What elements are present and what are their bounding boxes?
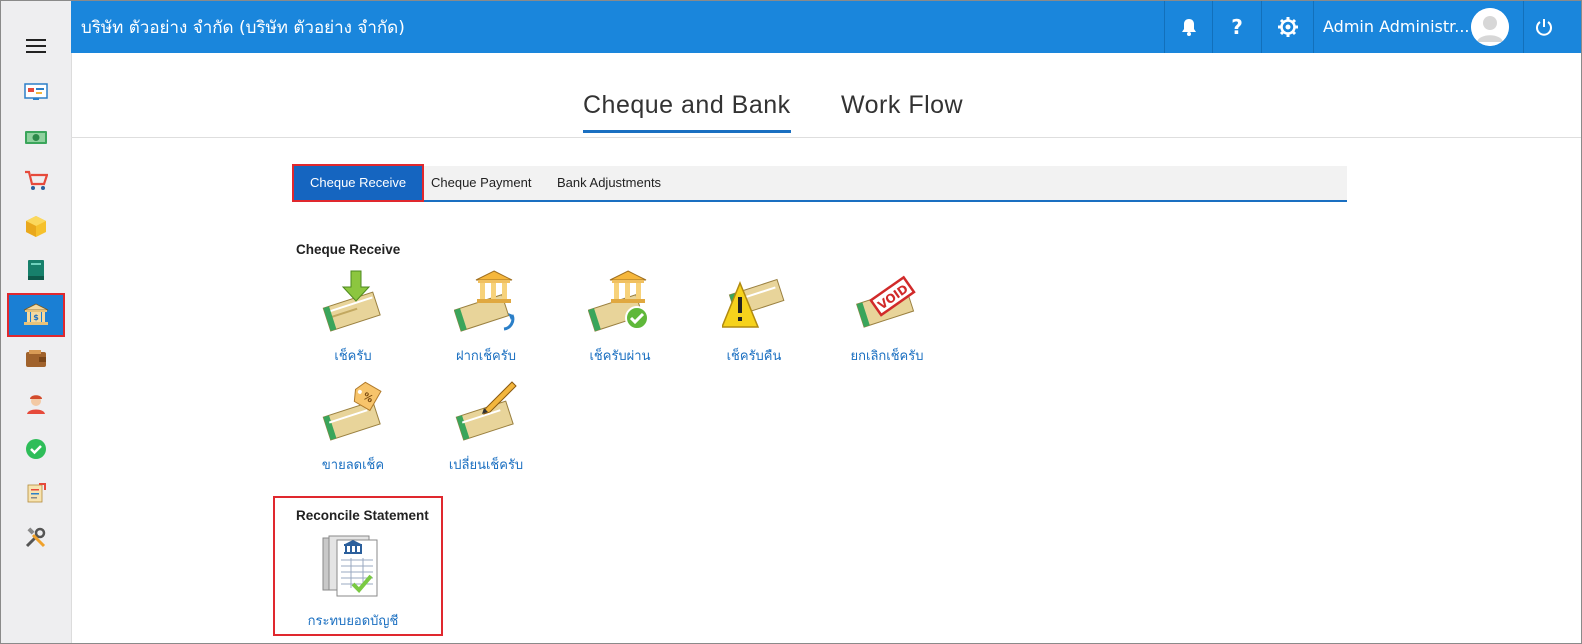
notifications-button[interactable] xyxy=(1164,1,1212,53)
section-title-reconcile: Reconcile Statement xyxy=(296,508,429,523)
sidebar-item-settings-tools[interactable] xyxy=(9,518,63,558)
company-name: บริษัท ตัวอย่าง จำกัด (บริษัท ตัวอย่าง จ… xyxy=(81,18,405,38)
cart-icon xyxy=(25,170,48,190)
menu-item-cheque-change[interactable]: เปลี่ยนเช็ครับ xyxy=(426,378,546,478)
power-icon xyxy=(1536,19,1552,36)
user-icon xyxy=(27,395,45,414)
app-window: $ บริษัท ตัวอย่าง จำกัด (บริษัท ตัวอย่าง… xyxy=(0,0,1582,644)
menu-item-label: ขายลดเช็ค xyxy=(321,458,385,473)
subtab-bank-adjustments[interactable]: Bank Adjustments xyxy=(557,166,661,200)
box-icon xyxy=(26,216,46,237)
sidebar-item-money[interactable] xyxy=(9,117,63,157)
module-tabs: Cheque and Bank Work Flow xyxy=(71,53,1581,138)
sidebar-item-cart[interactable] xyxy=(9,161,63,201)
subtab-cheque-receive[interactable]: Cheque Receive xyxy=(291,164,425,202)
tools-icon xyxy=(25,527,46,548)
menu-item-label: ยกเลิกเช็ครับ xyxy=(850,349,924,364)
user-name[interactable]: Admin Administr... xyxy=(1323,17,1470,36)
cheque-discount-icon: % xyxy=(322,381,382,441)
help-button[interactable]: ? xyxy=(1212,1,1261,53)
sidebar-item-approval[interactable] xyxy=(9,429,63,469)
sidebar-item-inventory[interactable] xyxy=(9,206,63,246)
gear-icon xyxy=(1277,17,1298,37)
sidebar-item-employee[interactable] xyxy=(9,384,63,424)
help-icon: ? xyxy=(1231,15,1243,39)
sub-tabs: Cheque Receive Cheque Payment Bank Adjus… xyxy=(291,164,1347,202)
menu-item-label: กระทบยอดบัญชี xyxy=(307,614,399,629)
sidebar: $ xyxy=(1,1,72,643)
bank-icon: $ xyxy=(23,303,49,325)
book-icon xyxy=(28,260,44,280)
cheque-cleared-icon xyxy=(588,270,649,332)
hamburger-menu-icon[interactable] xyxy=(26,39,46,53)
avatar[interactable] xyxy=(1471,8,1509,46)
svg-text:$: $ xyxy=(33,313,39,322)
tab-cheque-and-bank[interactable]: Cheque and Bank xyxy=(583,91,791,133)
logout-button[interactable] xyxy=(1523,1,1564,53)
money-icon xyxy=(25,131,47,144)
menu-item-reconcile-statement[interactable]: กระทบยอดบัญชี xyxy=(293,534,413,634)
cheque-deposit-icon xyxy=(454,270,515,332)
sidebar-item-ledger[interactable] xyxy=(9,250,63,290)
avatar-icon xyxy=(1471,8,1509,46)
cheque-returned-icon xyxy=(722,278,785,328)
cheque-change-icon xyxy=(455,381,517,441)
settings-button[interactable] xyxy=(1261,1,1313,53)
sidebar-item-cheque-bank[interactable]: $ xyxy=(7,293,65,337)
reconcile-statement-icon xyxy=(322,535,378,597)
tab-work-flow[interactable]: Work Flow xyxy=(841,91,963,120)
menu-item-label: เช็ครับคืน xyxy=(726,349,782,364)
wallet-icon xyxy=(26,350,46,367)
menu-item-cheque-receive[interactable]: เช็ครับ xyxy=(293,269,413,369)
menu-item-cheque-returned[interactable]: เช็ครับคืน xyxy=(694,269,814,369)
report-icon xyxy=(27,483,46,503)
dashboard-icon xyxy=(24,83,48,100)
menu-item-label: เปลี่ยนเช็ครับ xyxy=(448,458,524,473)
bell-icon xyxy=(1181,19,1196,36)
subtab-cheque-payment[interactable]: Cheque Payment xyxy=(431,166,531,200)
sidebar-item-report[interactable] xyxy=(9,473,63,513)
section-title-cheque-receive: Cheque Receive xyxy=(296,242,401,257)
menu-item-label: เช็ครับ xyxy=(334,349,372,364)
cheque-receive-icon xyxy=(322,270,381,332)
sidebar-item-wallet[interactable] xyxy=(9,339,63,379)
menu-item-label: เช็ครับผ่าน xyxy=(589,349,651,364)
top-header: บริษัท ตัวอย่าง จำกัด (บริษัท ตัวอย่าง จ… xyxy=(71,1,1581,53)
menu-item-label: ฝากเช็ครับ xyxy=(456,349,516,364)
cheque-void-icon: VOID xyxy=(856,275,916,328)
menu-item-cheque-void[interactable]: VOID ยกเลิกเช็ครับ xyxy=(827,269,947,369)
sidebar-item-dashboard[interactable] xyxy=(9,72,63,112)
check-icon xyxy=(26,439,46,459)
menu-item-cheque-cleared[interactable]: เช็ครับผ่าน xyxy=(560,269,680,369)
menu-item-cheque-discount[interactable]: % ขายลดเช็ค xyxy=(293,378,413,478)
menu-item-cheque-deposit[interactable]: ฝากเช็ครับ xyxy=(426,269,546,369)
